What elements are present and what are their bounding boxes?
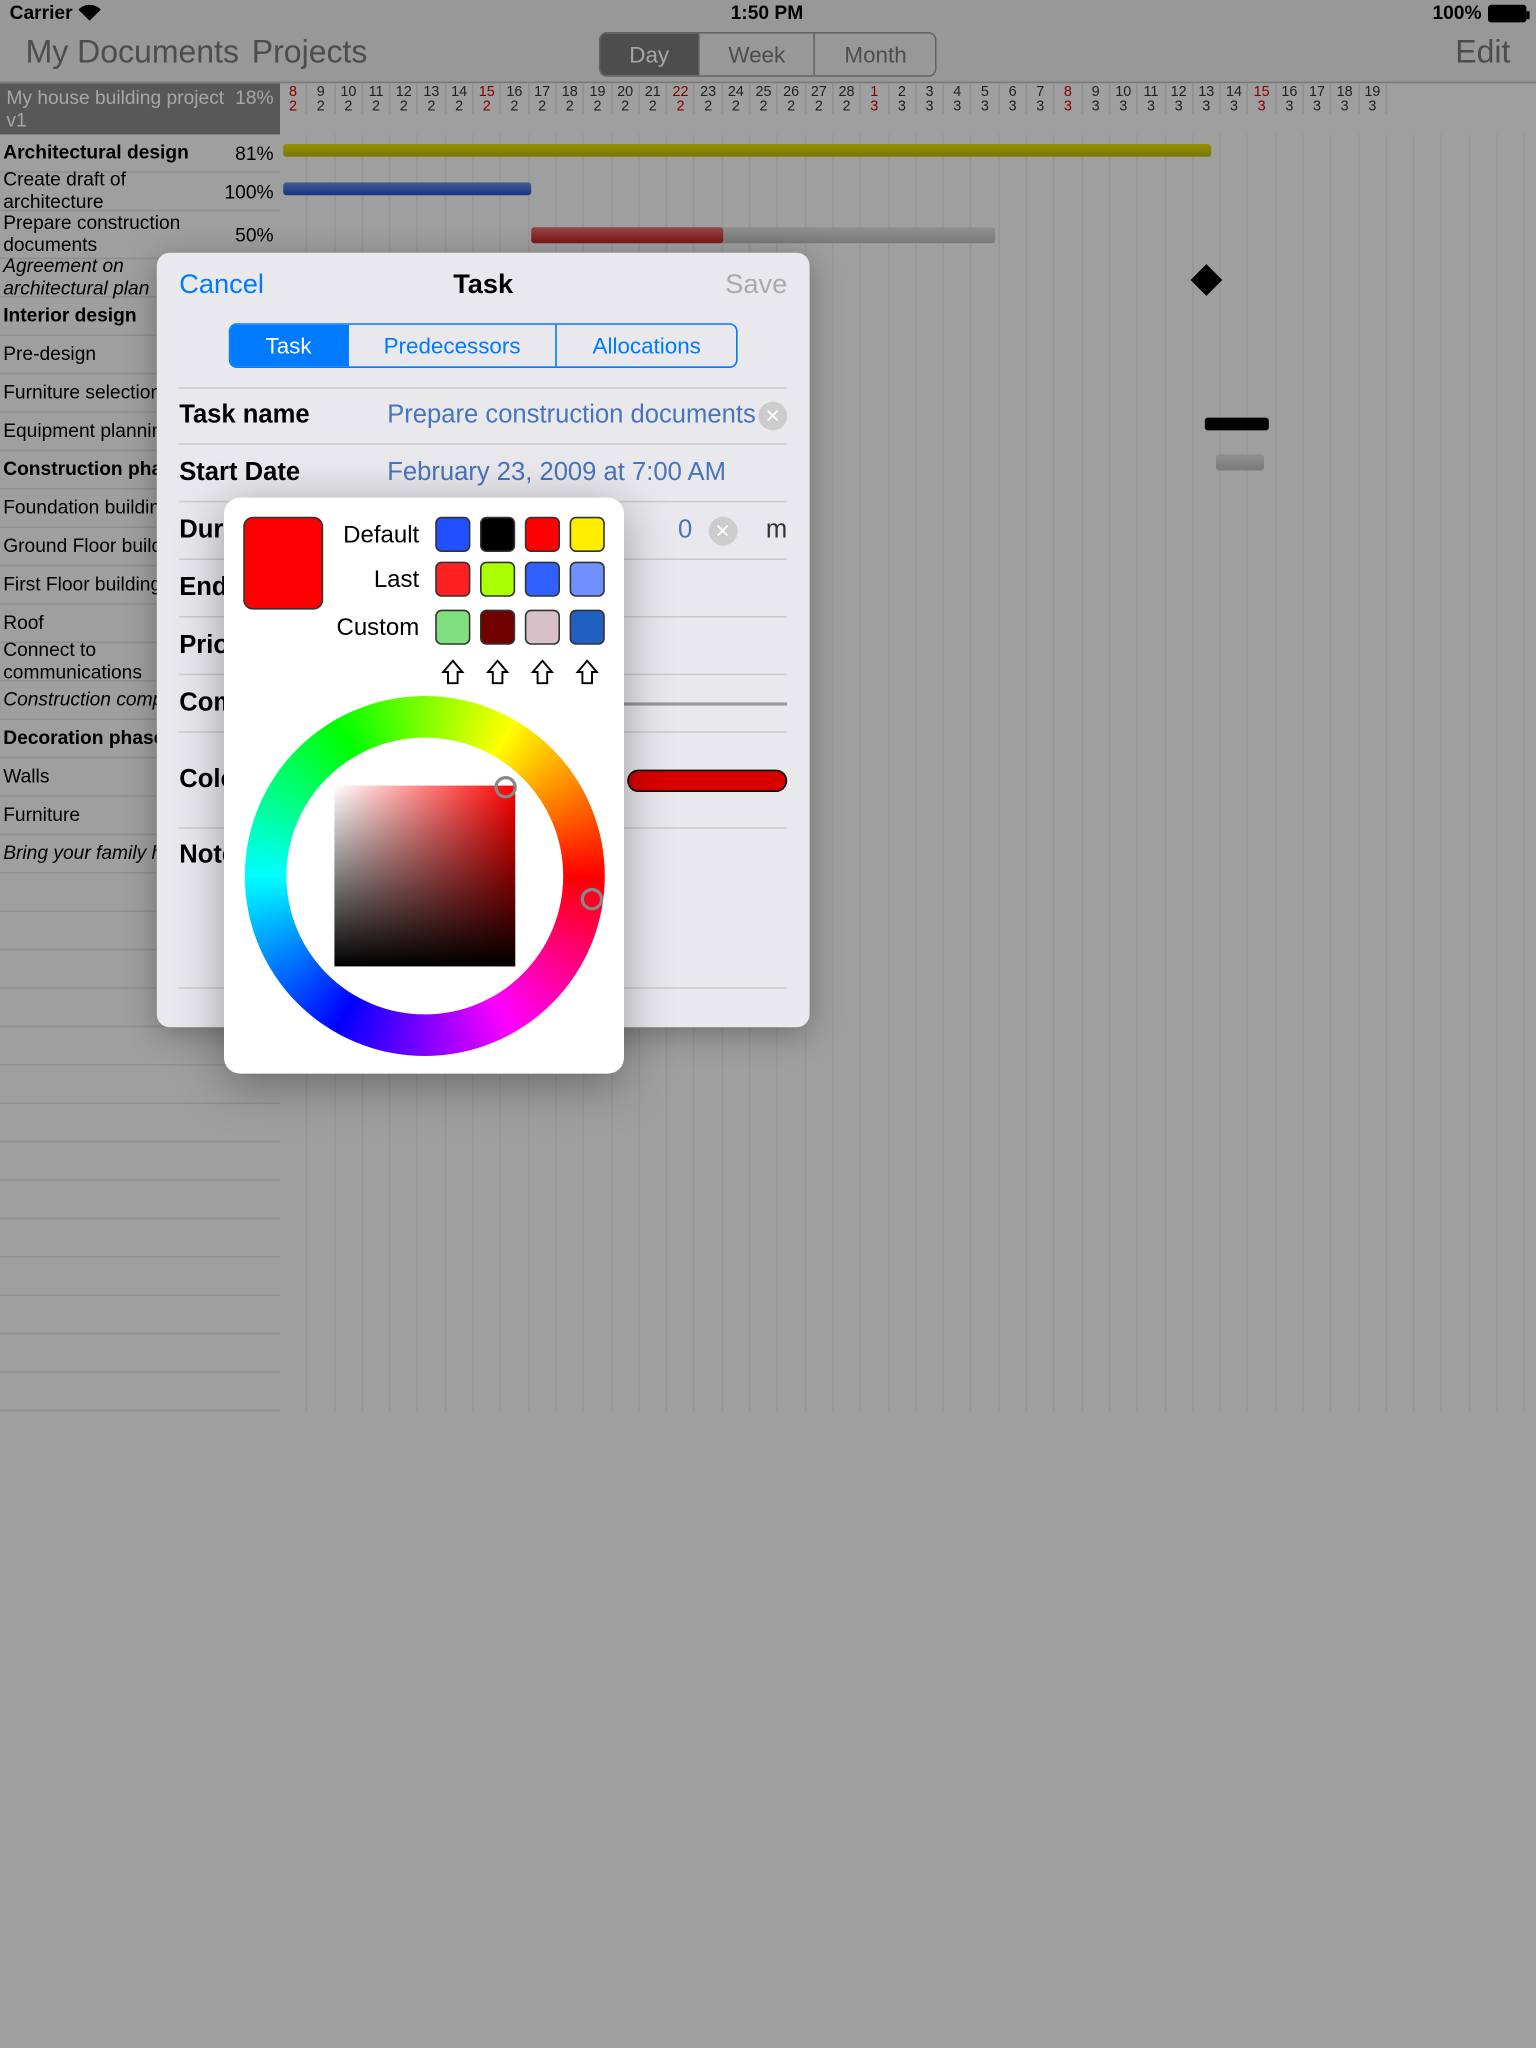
sv-cursor[interactable] [494, 776, 516, 798]
tab-predecessors[interactable]: Predecessors [348, 325, 557, 367]
tab-allocations[interactable]: Allocations [557, 325, 736, 367]
last-color-swatch[interactable] [435, 562, 470, 597]
custom-color-swatch[interactable] [570, 610, 605, 645]
tab-task[interactable]: Task [230, 325, 348, 367]
up-arrow-icon[interactable] [525, 654, 560, 689]
current-color-swatch [243, 517, 323, 610]
task-name-label: Task name [179, 402, 387, 431]
task-name-value[interactable]: Prepare construction documents [387, 402, 756, 431]
modal-title: Task [453, 269, 513, 301]
start-date-value[interactable]: February 23, 2009 at 7:00 AM [387, 458, 726, 487]
up-arrow-icon[interactable] [570, 654, 605, 689]
duration-unit[interactable]: m [766, 516, 787, 545]
last-color-swatch[interactable] [480, 562, 515, 597]
up-arrow-icon[interactable] [435, 654, 470, 689]
color-square[interactable] [334, 786, 515, 967]
default-color-swatch[interactable] [435, 517, 470, 552]
custom-color-swatch[interactable] [525, 610, 560, 645]
last-color-swatch[interactable] [525, 562, 560, 597]
clear-icon[interactable]: ✕ [708, 516, 737, 545]
last-color-swatch[interactable] [570, 562, 605, 597]
modal-tab-group: Task Predecessors Allocations [229, 323, 738, 368]
default-color-swatch[interactable] [480, 517, 515, 552]
custom-color-swatch[interactable] [480, 610, 515, 645]
color-swatch[interactable] [627, 769, 787, 791]
default-color-swatch[interactable] [570, 517, 605, 552]
hue-cursor[interactable] [580, 888, 602, 910]
duration-value[interactable]: 0 [678, 516, 692, 545]
color-wheel[interactable] [244, 696, 604, 1056]
save-button[interactable]: Save [725, 269, 787, 301]
cancel-button[interactable]: Cancel [179, 269, 264, 301]
custom-colors-label: Custom [337, 614, 420, 641]
default-color-swatch[interactable] [525, 517, 560, 552]
clear-icon[interactable]: ✕ [758, 402, 787, 431]
default-colors-label: Default [343, 521, 419, 548]
last-colors-label: Last [374, 566, 419, 593]
custom-color-swatch[interactable] [435, 610, 470, 645]
complete-slider[interactable] [611, 702, 787, 705]
start-date-label: Start Date [179, 458, 387, 487]
up-arrow-icon[interactable] [480, 654, 515, 689]
color-picker-popover: Default Last Custom [224, 498, 624, 1074]
